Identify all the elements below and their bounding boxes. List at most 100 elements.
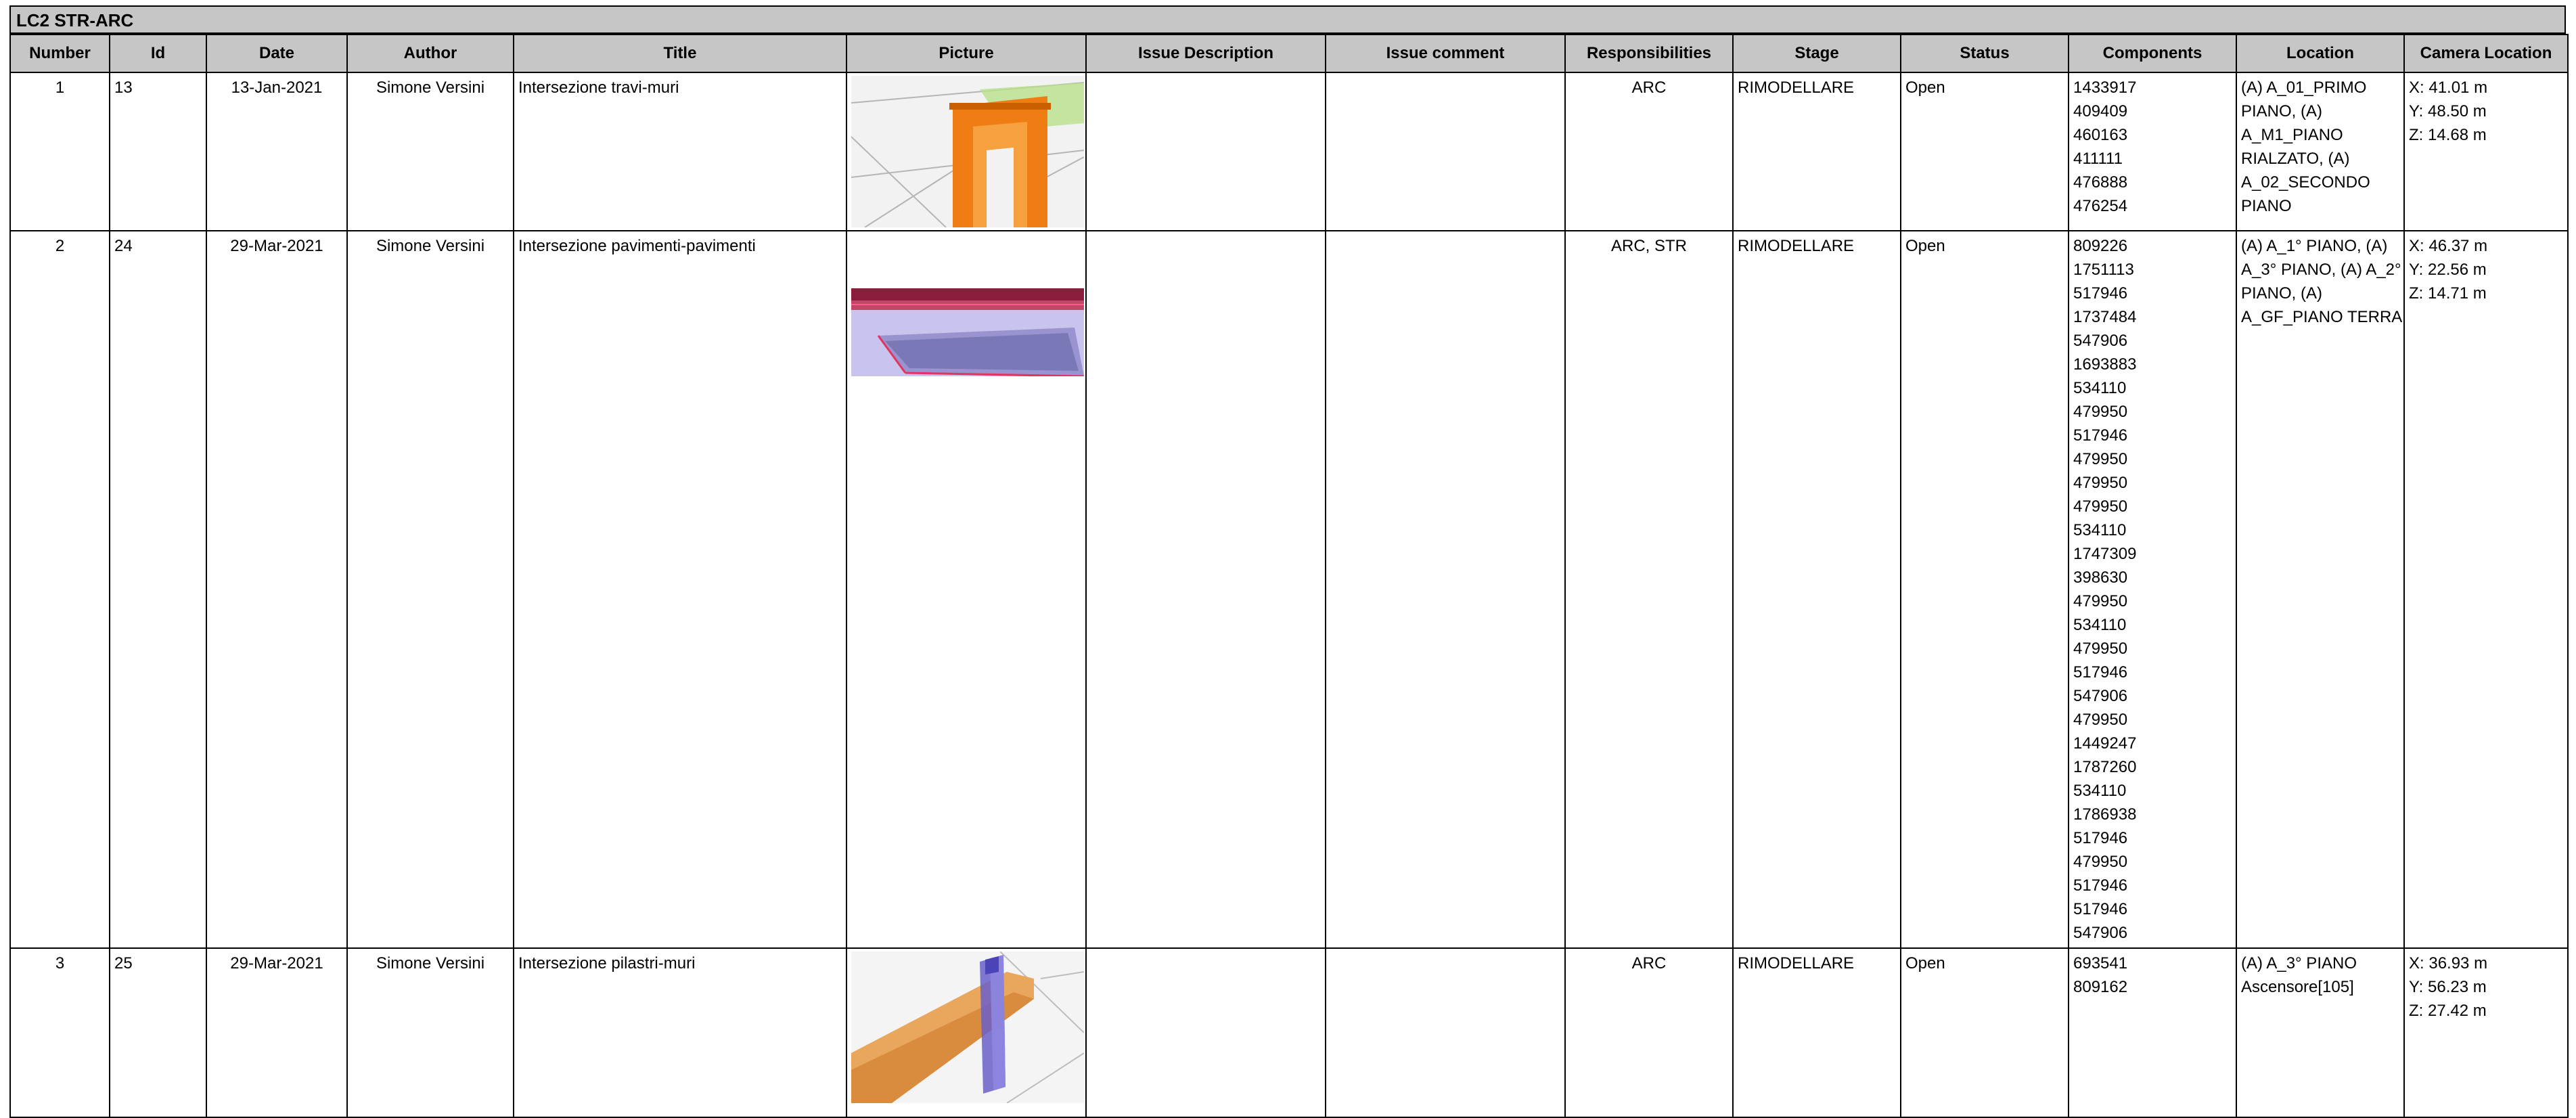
components-line: 1433917: [2073, 79, 2137, 97]
cell-location: (A) A_3° PIANO Ascensore[105]: [2236, 947, 2405, 1118]
cell-issue-description: [1085, 230, 1326, 949]
location-line: A_GF_PIANO TERRA: [2241, 308, 2403, 326]
col-header-components[interactable]: Components: [2068, 34, 2237, 73]
components-line: 809162: [2073, 978, 2128, 996]
cell-issue-description: [1085, 72, 1326, 231]
col-header-title[interactable]: Title: [513, 34, 847, 73]
location-line: A_3° PIANO, (A) A_2°: [2241, 261, 2401, 279]
cell-id: 25: [109, 947, 207, 1118]
col-header-stage[interactable]: Stage: [1732, 34, 1901, 73]
cell-issue-comment: [1325, 72, 1566, 231]
components-line: 479950: [2073, 592, 2128, 610]
cell-date: 29-Mar-2021: [206, 947, 348, 1118]
location-line: (A) A_3° PIANO: [2241, 954, 2357, 972]
cell-components: 1433917 409409 460163 411111 476888 476254: [2068, 72, 2237, 231]
col-header-camera-location[interactable]: Camera Location: [2403, 34, 2569, 73]
report-sheet: LC2 STR-ARC Number Id Date Author Title …: [9, 0, 2569, 1118]
camera-location-line: X: 36.93 m: [2409, 954, 2488, 972]
components-line: 398630: [2073, 568, 2128, 587]
cell-number: 1: [9, 72, 110, 231]
cell-id: 13: [109, 72, 207, 231]
location-line: PIANO, (A): [2241, 102, 2323, 120]
components-line: 517946: [2073, 426, 2128, 445]
clash-thumbnail-image[interactable]: [851, 288, 1084, 376]
location-line: PIANO: [2241, 197, 2292, 215]
clash-thumbnail-image[interactable]: [851, 952, 1084, 1103]
cell-camera-location: X: 46.37 m Y: 22.56 m Z: 14.71 m: [2403, 230, 2569, 949]
cell-components: 693541 809162: [2068, 947, 2237, 1118]
components-line: 534110: [2073, 616, 2127, 634]
components-line: 479950: [2073, 497, 2128, 516]
components-line: 693541: [2073, 954, 2128, 972]
clash-thumbnail-image[interactable]: [851, 76, 1084, 227]
cell-camera-location: X: 41.01 m Y: 48.50 m Z: 14.68 m: [2403, 72, 2569, 231]
col-header-status[interactable]: Status: [1900, 34, 2069, 73]
components-line: 809226: [2073, 237, 2128, 255]
cell-picture: [846, 230, 1087, 949]
table-row[interactable]: 3 25 29-Mar-2021 Simone Versini Intersez…: [9, 947, 2569, 1118]
location-line: A_M1_PIANO: [2241, 126, 2343, 144]
col-header-id[interactable]: Id: [109, 34, 207, 73]
components-line: 409409: [2073, 102, 2128, 120]
components-line: 479950: [2073, 403, 2128, 421]
camera-location-line: Z: 27.42 m: [2409, 1002, 2487, 1020]
table-row[interactable]: 1 13 13-Jan-2021 Simone Versini Intersez…: [9, 72, 2569, 231]
components-line: 479950: [2073, 474, 2128, 492]
cell-status: Open: [1900, 947, 2069, 1118]
components-line: 411111: [2073, 150, 2123, 168]
camera-location-line: Z: 14.71 m: [2409, 284, 2487, 303]
camera-location-line: X: 41.01 m: [2409, 79, 2488, 97]
location-line: (A) A_1° PIANO, (A): [2241, 237, 2388, 255]
components-line: 460163: [2073, 126, 2128, 144]
cell-author: Simone Versini: [346, 72, 514, 231]
location-line: Ascensore[105]: [2241, 978, 2354, 996]
components-line: 1786938: [2073, 805, 2137, 824]
cell-issue-description: [1085, 947, 1326, 1118]
components-line: 1737484: [2073, 308, 2137, 326]
cell-stage: RIMODELLARE: [1732, 230, 1901, 949]
report-title: LC2 STR-ARC: [9, 5, 2566, 34]
components-line: 1751113: [2073, 261, 2134, 279]
components-line: 1747309: [2073, 545, 2137, 563]
col-header-responsibilities[interactable]: Responsibilities: [1564, 34, 1734, 73]
cell-components: 809226 1751113 517946 1737484 547906 1693883 5…: [2068, 230, 2237, 949]
components-line: 534110: [2073, 521, 2127, 539]
cell-author: Simone Versini: [346, 230, 514, 949]
components-line: 547906: [2073, 332, 2128, 350]
location-line: (A) A_01_PRIMO: [2241, 79, 2367, 97]
cell-location: (A) A_1° PIANO, (A) A_3° PIANO, (A) A_2° P…: [2236, 230, 2405, 949]
cell-title: Intersezione pilastri-muri: [513, 947, 847, 1118]
cell-location: (A) A_01_PRIMO PIANO, (A) A_M1_PIANO RIALZA…: [2236, 72, 2405, 231]
components-line: 1693883: [2073, 355, 2137, 374]
col-header-number[interactable]: Number: [9, 34, 110, 73]
col-header-date[interactable]: Date: [206, 34, 348, 73]
components-line: 479950: [2073, 640, 2128, 658]
cell-author: Simone Versini: [346, 947, 514, 1118]
cell-responsibilities: ARC, STR: [1564, 230, 1734, 949]
cell-camera-location: X: 36.93 m Y: 56.23 m Z: 27.42 m: [2403, 947, 2569, 1118]
cell-picture: [846, 72, 1087, 231]
col-header-picture[interactable]: Picture: [846, 34, 1087, 73]
col-header-location[interactable]: Location: [2236, 34, 2405, 73]
components-line: 479950: [2073, 450, 2128, 468]
cell-stage: RIMODELLARE: [1732, 947, 1901, 1118]
col-header-issue-comment[interactable]: Issue comment: [1325, 34, 1566, 73]
cell-picture: [846, 947, 1087, 1118]
components-line: 534110: [2073, 782, 2127, 800]
col-header-issue-description[interactable]: Issue Description: [1085, 34, 1326, 73]
components-line: 517946: [2073, 829, 2128, 847]
cell-stage: RIMODELLARE: [1732, 72, 1901, 231]
cell-issue-comment: [1325, 230, 1566, 949]
camera-location-line: X: 46.37 m: [2409, 237, 2488, 255]
components-line: 517946: [2073, 876, 2128, 895]
cell-title: Intersezione pavimenti-pavimenti: [513, 230, 847, 949]
camera-location-line: Y: 48.50 m: [2409, 102, 2487, 120]
components-line: 547906: [2073, 924, 2128, 942]
components-line: 534110: [2073, 379, 2127, 397]
components-line: 1787260: [2073, 758, 2137, 776]
cell-status: Open: [1900, 230, 2069, 949]
cell-title: Intersezione travi-muri: [513, 72, 847, 231]
table-row[interactable]: 2 24 29-Mar-2021 Simone Versini Intersez…: [9, 230, 2569, 949]
col-header-author[interactable]: Author: [346, 34, 514, 73]
header-row: Number Id Date Author Title Picture Issu…: [9, 34, 2569, 73]
